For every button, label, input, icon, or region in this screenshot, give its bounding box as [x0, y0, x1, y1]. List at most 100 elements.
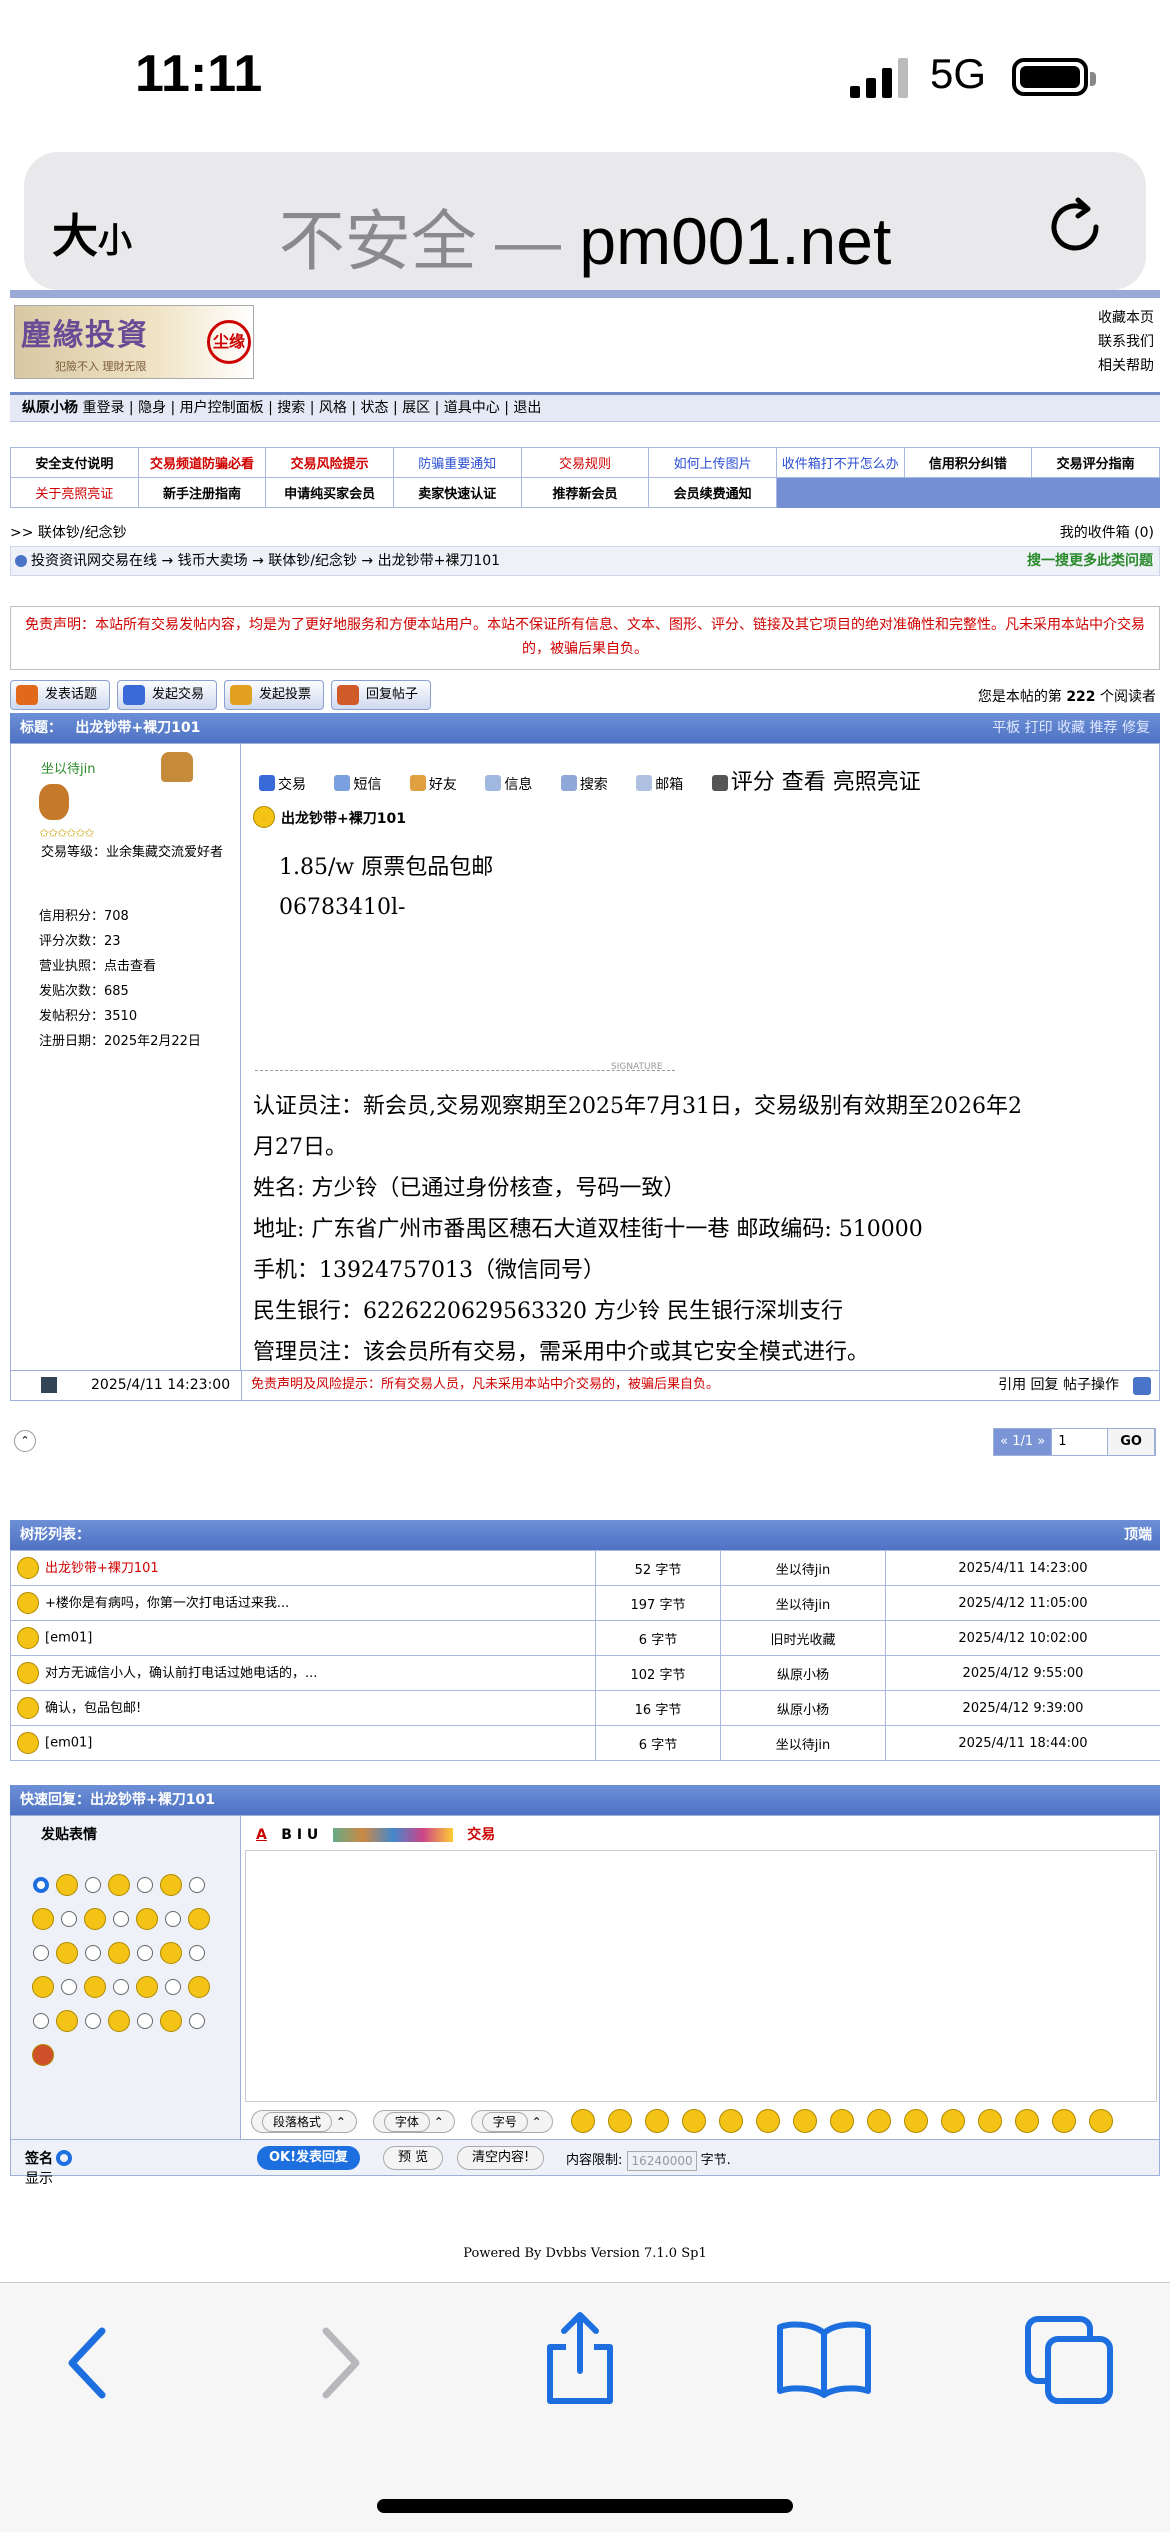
- emoji-icon[interactable]: [56, 2010, 78, 2032]
- emoji-icon[interactable]: [1089, 2109, 1113, 2133]
- emoji-radio[interactable]: [33, 2013, 49, 2029]
- emoji-icon[interactable]: [136, 1908, 158, 1930]
- new-poll-button[interactable]: 发起投票: [224, 680, 324, 710]
- top-link[interactable]: 顶端: [1124, 1520, 1152, 1550]
- emoji-radio[interactable]: [189, 1877, 205, 1893]
- notice-1[interactable]: 交易频道防骗必看: [137, 447, 267, 478]
- emoji-icon[interactable]: [84, 1908, 106, 1930]
- emoji-icon[interactable]: [571, 2109, 595, 2133]
- table-row[interactable]: [em01] 6 字节 坐以待jin 2025/4/11 18:44:00: [10, 1725, 1160, 1761]
- notice-10[interactable]: 新手注册指南: [137, 477, 267, 508]
- emoji-radio[interactable]: [85, 1877, 101, 1893]
- tabs-icon[interactable]: [1024, 2315, 1114, 2405]
- notice-5[interactable]: 如何上传图片: [648, 447, 777, 478]
- emoji-icon[interactable]: [32, 1976, 54, 1998]
- emoji-radio[interactable]: [61, 1911, 77, 1927]
- limit-field[interactable]: 16240000: [626, 2150, 697, 2171]
- emoji-icon[interactable]: [160, 2010, 182, 2032]
- emoji-icon[interactable]: [793, 2109, 817, 2133]
- signature-toggle[interactable]: 签名显示: [25, 2148, 85, 2190]
- scroll-top-icon[interactable]: [1133, 1377, 1151, 1395]
- notice-2[interactable]: 交易风险提示: [265, 447, 394, 478]
- emoji-icon[interactable]: [904, 2109, 928, 2133]
- emoji-radio[interactable]: [85, 2013, 101, 2029]
- emoji-radio[interactable]: [33, 1877, 49, 1893]
- notice-14[interactable]: 会员续费通知: [648, 477, 777, 508]
- license-link[interactable]: 营业执照：点击查看: [39, 954, 201, 979]
- table-row[interactable]: +楼你是有病吗，你第一次打电话过来我... 197 字节 坐以待jin 2025/4…: [10, 1585, 1160, 1621]
- tool-mail[interactable]: 邮箱: [636, 775, 695, 793]
- tool-friend[interactable]: 好友: [409, 775, 469, 793]
- emoji-radio[interactable]: [165, 1979, 181, 1995]
- post-author[interactable]: 坐以待jin: [41, 758, 95, 777]
- post-actions[interactable]: 引用 回复 帖子操作: [998, 1371, 1119, 1399]
- tool-search[interactable]: 搜索: [560, 775, 620, 793]
- notice-3[interactable]: 防骗重要通知: [392, 447, 522, 478]
- emoji-icon[interactable]: [188, 1976, 210, 1998]
- emoji-icon[interactable]: [84, 1976, 106, 1998]
- emoji-icon[interactable]: [160, 1942, 182, 1964]
- emoji-icon[interactable]: [719, 2109, 743, 2133]
- notice-6[interactable]: 收件箱打不开怎么办: [775, 447, 905, 478]
- breadcrumb-path[interactable]: 投资资讯网交易在线 → 钱币大卖场 → 联体钞/纪念钞 → 出龙钞带+裸刀101: [31, 553, 500, 569]
- emoji-radio[interactable]: [33, 1945, 49, 1961]
- notice-13[interactable]: 推荐新会员: [520, 477, 650, 508]
- page-indicator[interactable]: « 1/1 »: [994, 1429, 1053, 1455]
- emoji-icon[interactable]: [160, 1874, 182, 1896]
- link-bookmark[interactable]: 收藏本页: [1098, 306, 1154, 330]
- go-button[interactable]: GO: [1108, 1429, 1155, 1455]
- clear-button[interactable]: 清空内容!: [457, 2146, 545, 2170]
- nav-username[interactable]: 纵原小杨: [22, 400, 78, 416]
- emoji-radio[interactable]: [85, 1945, 101, 1961]
- table-row[interactable]: 确认，包品包邮! 16 字节 纵原小杨 2025/4/12 9:39:00: [10, 1690, 1160, 1726]
- size-select[interactable]: 字号 ⌃: [470, 2110, 553, 2133]
- thread-actions[interactable]: 平板 打印 收藏 推荐 修复: [992, 713, 1150, 743]
- back-icon[interactable]: [58, 2323, 118, 2403]
- reply-button[interactable]: 回复帖子: [331, 680, 431, 710]
- table-row[interactable]: 对方无诚信小人，确认前打电话过她电话的，... 102 字节 纵原小杨 2025/4…: [10, 1655, 1160, 1691]
- preview-button[interactable]: 预 览: [383, 2146, 444, 2170]
- emoji-icon[interactable]: [188, 1908, 210, 1930]
- font-color-icon[interactable]: A: [256, 1827, 267, 1843]
- bookmarks-icon[interactable]: [776, 2319, 872, 2399]
- tool-info[interactable]: 信息: [485, 775, 544, 793]
- emoji-icon[interactable]: [645, 2109, 669, 2133]
- notice-4[interactable]: 交易规则: [520, 447, 650, 478]
- emoji-icon[interactable]: [108, 1874, 130, 1896]
- emoji-radio[interactable]: [189, 1945, 205, 1961]
- tool-message[interactable]: 短信: [334, 775, 393, 793]
- emoji-radio[interactable]: [189, 2013, 205, 2029]
- table-row[interactable]: [em01] 6 字节 旧时光收藏 2025/4/12 10:02:00: [10, 1620, 1160, 1656]
- emoji-radio[interactable]: [113, 1979, 129, 1995]
- emoji-icon[interactable]: [32, 2044, 54, 2066]
- format-buttons[interactable]: B I U: [281, 1827, 318, 1843]
- emoji-icon[interactable]: [830, 2109, 854, 2133]
- link-contact[interactable]: 联系我们: [1098, 330, 1154, 354]
- emoji-radio[interactable]: [165, 1911, 181, 1927]
- emoji-radio[interactable]: [113, 1911, 129, 1927]
- emoji-icon[interactable]: [108, 1942, 130, 1964]
- breadcrumb-category[interactable]: >> 联体钞/纪念钞: [10, 525, 127, 541]
- emoji-icon[interactable]: [756, 2109, 780, 2133]
- notice-9[interactable]: 关于亮照亮证: [10, 477, 139, 508]
- paragraph-select[interactable]: 段落格式 ⌃: [251, 2110, 357, 2133]
- emoji-icon[interactable]: [108, 2010, 130, 2032]
- trade-tool[interactable]: 交易: [467, 1824, 495, 1844]
- table-row[interactable]: 出龙钞带+裸刀101 52 字节 坐以待jin 2025/4/11 14:23:00: [10, 1550, 1160, 1586]
- emoji-radio[interactable]: [137, 2013, 153, 2029]
- page-input[interactable]: 1: [1052, 1429, 1109, 1455]
- link-help[interactable]: 相关帮助: [1098, 354, 1154, 378]
- emoji-icon[interactable]: [978, 2109, 1002, 2133]
- reply-textarea[interactable]: [245, 1850, 1157, 2102]
- search-more-link[interactable]: 搜一搜更多此类问题: [1027, 547, 1153, 575]
- collapse-icon[interactable]: ⌃: [14, 1430, 36, 1452]
- signature-radio[interactable]: [56, 2150, 72, 2166]
- url-display[interactable]: 不安全 — pm001.net: [0, 188, 1170, 284]
- emoji-icon[interactable]: [136, 1976, 158, 1998]
- submit-reply-button[interactable]: OK!发表回复: [257, 2146, 361, 2170]
- emoji-icon[interactable]: [682, 2109, 706, 2133]
- notice-7[interactable]: 信用积分纠错: [903, 447, 1033, 478]
- emoji-radio[interactable]: [61, 1979, 77, 1995]
- notice-12[interactable]: 卖家快速认证: [392, 477, 522, 508]
- new-trade-button[interactable]: 发起交易: [117, 680, 217, 710]
